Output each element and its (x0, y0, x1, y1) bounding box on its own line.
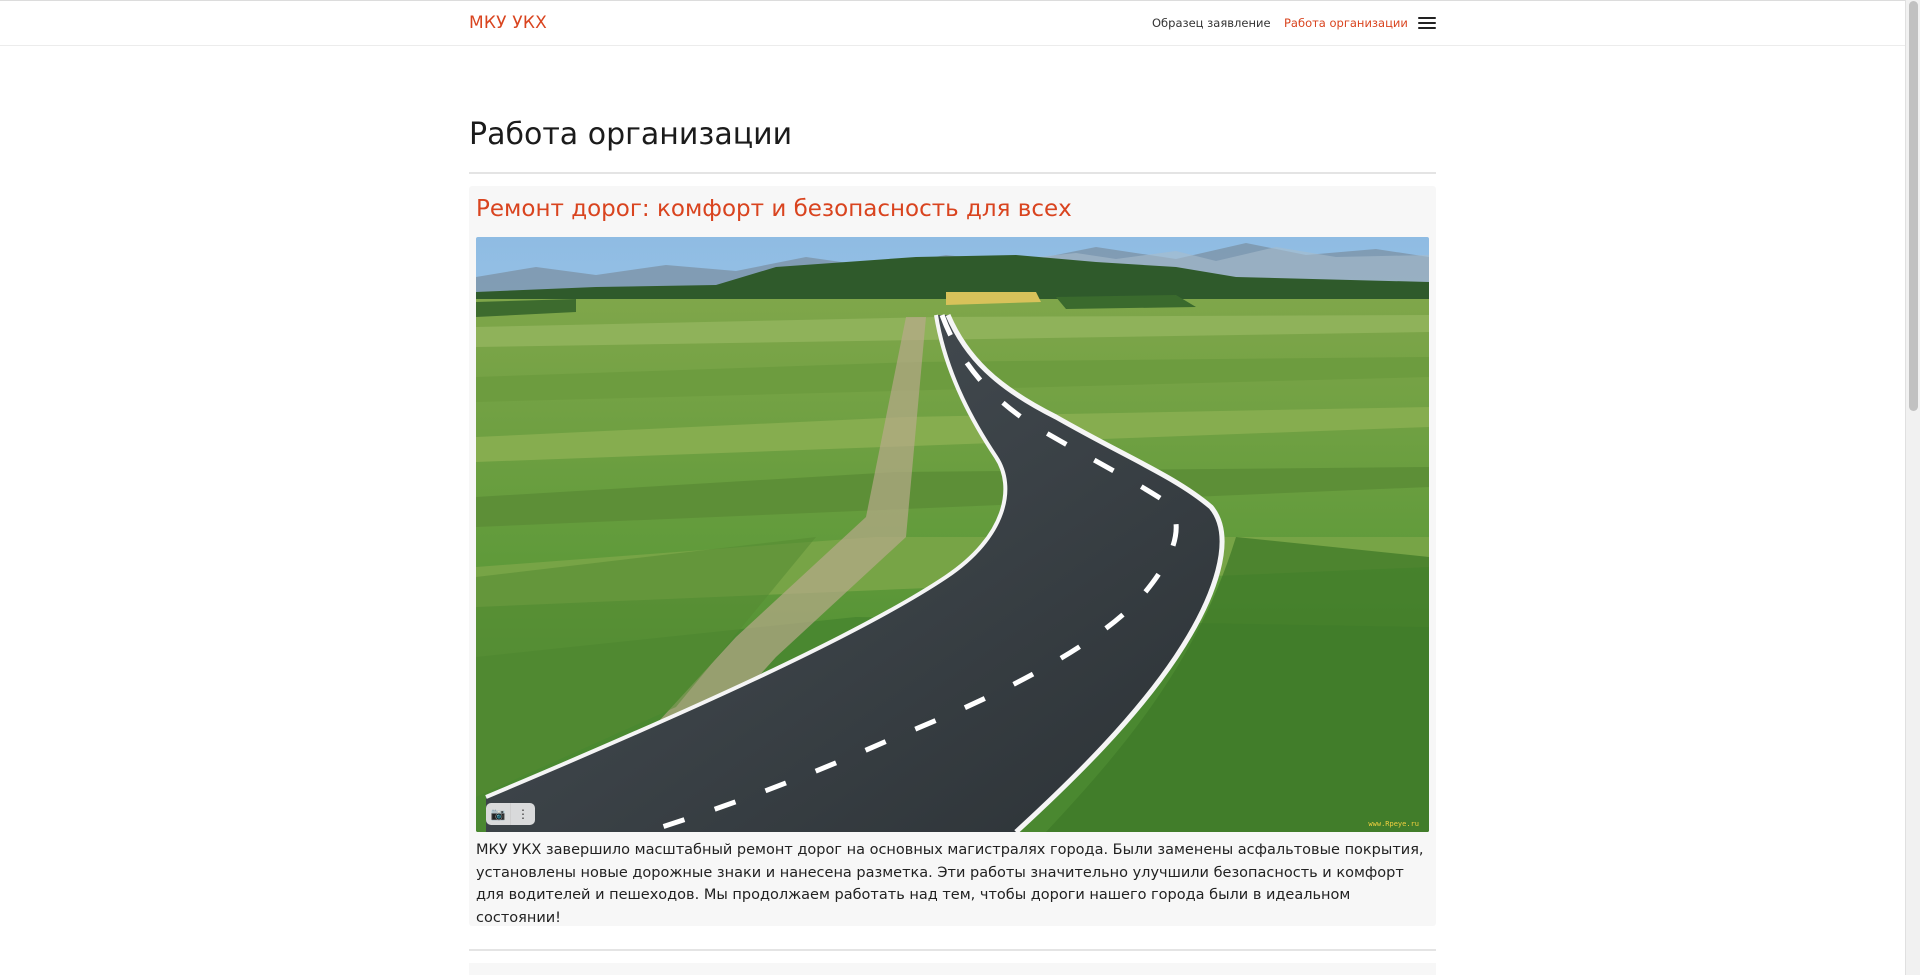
section-divider (469, 949, 1436, 951)
photo-toolbar: 📷 ⋮ (486, 803, 535, 825)
next-news-card (469, 963, 1436, 975)
nav-link-sample-application[interactable]: Образец заявление (1152, 16, 1271, 30)
section-divider (469, 172, 1436, 174)
camera-icon[interactable]: 📷 (486, 803, 510, 825)
news-card-title[interactable]: Ремонт дорог: комфорт и безопасность для… (476, 196, 1072, 222)
road-photo: 📷 ⋮ www.Rpeye.ru (476, 237, 1429, 832)
page-title: Работа организации (469, 117, 793, 152)
photo-watermark: www.Rpeye.ru (1368, 820, 1419, 828)
top-navbar: МКУ УКХ Образец заявление Работа организ… (0, 0, 1905, 46)
hamburger-line (1418, 27, 1436, 29)
page: МКУ УКХ Образец заявление Работа организ… (0, 0, 1920, 975)
nav-link-organization-work[interactable]: Работа организации (1284, 16, 1408, 30)
more-vertical-icon[interactable]: ⋮ (510, 803, 535, 825)
news-card-text: МКУ УКХ завершило масштабный ремонт доро… (476, 842, 1424, 926)
hamburger-menu-icon[interactable] (1418, 17, 1436, 30)
scrollbar-thumb[interactable] (1909, 1, 1918, 411)
main-nav: Образец заявление Работа организации (0, 1, 1905, 45)
hamburger-line (1418, 17, 1436, 19)
news-card: Ремонт дорог: комфорт и безопасность для… (469, 186, 1436, 926)
hamburger-line (1418, 22, 1436, 24)
page-scrollbar[interactable] (1905, 0, 1920, 975)
